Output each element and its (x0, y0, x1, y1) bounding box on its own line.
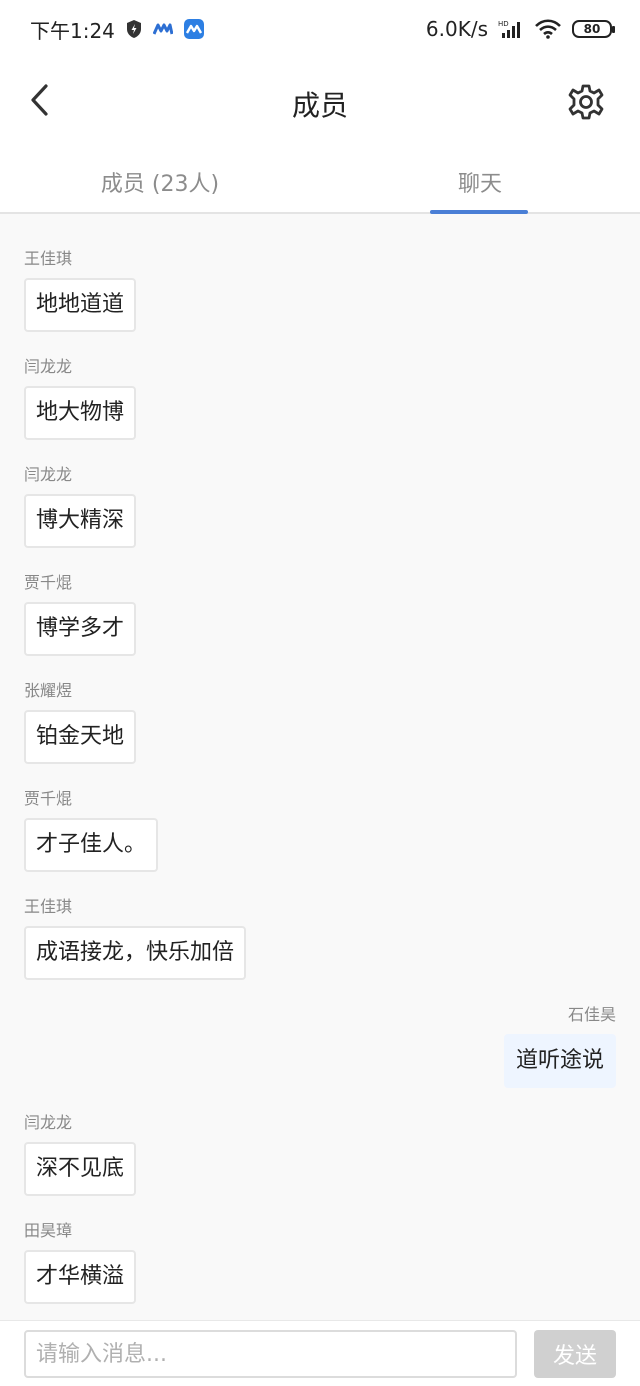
chat-message: 闫龙龙 深不见底 (24, 1114, 616, 1196)
status-bar: 下午1:24 6.0K/s HD 80 (0, 0, 640, 58)
message-bubble[interactable]: 博学多才 (24, 602, 137, 656)
header: 成员 (0, 58, 640, 148)
status-left: 下午1:24 (30, 15, 205, 44)
app: 下午1:24 6.0K/s HD 80 成员 成员 (23人) 聊天 王佳琪 地… (0, 0, 640, 1386)
wifi-icon (534, 19, 562, 39)
message-bubble[interactable]: 成语接龙，快乐加倍 (24, 926, 247, 980)
status-time: 下午1:24 (30, 18, 115, 43)
app-logo-icon (152, 22, 173, 36)
chat-message: 闫龙龙 博大精深 (24, 466, 616, 548)
message-sender: 闫龙龙 (24, 465, 73, 484)
tab-label: 成员 (23人) (100, 172, 220, 197)
app-badge-icon (183, 18, 205, 40)
gear-icon (568, 84, 604, 120)
message-sender: 张耀煜 (24, 681, 73, 700)
message-sender: 王佳琪 (24, 897, 73, 916)
message-bubble[interactable]: 深不见底 (24, 1142, 137, 1196)
tab-bar: 成员 (23人) 聊天 (0, 148, 640, 214)
message-bubble[interactable]: 博大精深 (24, 494, 137, 548)
message-bubble[interactable]: 铂金天地 (24, 710, 137, 764)
message-sender: 贾千焜 (24, 789, 73, 808)
chat-message: 田昊璋 才华横溢 (24, 1222, 616, 1304)
message-sender: 石佳昊 (567, 1005, 616, 1024)
battery-icon: 80 (572, 20, 615, 38)
signal-icon: HD (498, 19, 524, 39)
svg-text:HD: HD (498, 20, 509, 28)
network-speed: 6.0K/s (425, 17, 488, 41)
message-sender: 田昊璋 (24, 1221, 73, 1240)
settings-button[interactable] (566, 82, 606, 122)
shield-icon (125, 19, 143, 39)
message-sender: 王佳琪 (24, 249, 73, 268)
message-bubble[interactable]: 道听途说 (503, 1034, 616, 1088)
chat-message-self: 石佳昊 道听途说 (24, 1006, 616, 1088)
chat-message: 贾千焜 博学多才 (24, 574, 616, 656)
chat-message: 张耀煜 铂金天地 (24, 682, 616, 764)
message-bubble[interactable]: 才华横溢 (24, 1250, 137, 1304)
message-input-bar: 发送 (0, 1320, 640, 1386)
tab-members[interactable]: 成员 (23人) (0, 148, 320, 212)
chat-message: 贾千焜 才子佳人。 (24, 790, 616, 872)
tab-chat[interactable]: 聊天 (320, 148, 640, 214)
message-bubble[interactable]: 地大物博 (24, 386, 137, 440)
chat-message-list[interactable]: 王佳琪 地地道道 闫龙龙 地大物博 闫龙龙 博大精深 贾千焜 博学多才 张耀煜 … (0, 216, 640, 1320)
message-bubble[interactable]: 地地道道 (24, 278, 137, 332)
send-button[interactable]: 发送 (534, 1330, 616, 1378)
chat-message: 王佳琪 成语接龙，快乐加倍 (24, 898, 616, 980)
chat-message: 王佳琪 地地道道 (24, 250, 616, 332)
message-bubble[interactable]: 才子佳人。 (24, 818, 159, 872)
page-title: 成员 (291, 89, 348, 122)
message-input[interactable] (24, 1330, 517, 1378)
message-sender: 贾千焜 (24, 573, 73, 592)
message-sender: 闫龙龙 (24, 357, 73, 376)
tab-label: 聊天 (457, 172, 502, 197)
message-sender: 闫龙龙 (24, 1113, 73, 1132)
status-right: 6.0K/s HD 80 (425, 17, 615, 41)
chat-message: 闫龙龙 地大物博 (24, 358, 616, 440)
